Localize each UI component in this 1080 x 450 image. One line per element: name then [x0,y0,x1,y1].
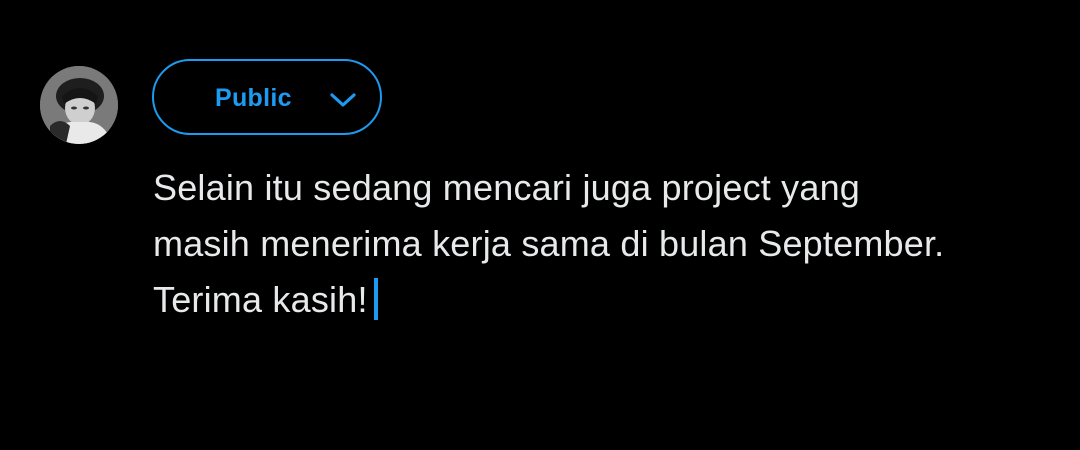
audience-selector-button[interactable]: Public [152,59,382,135]
audience-label: Public [215,84,292,112]
text-caret [373,278,378,320]
text-line: Selain itu sedang mencari juga project y… [153,167,861,208]
tweet-composer: Public Selain itu sedang mencari juga pr… [0,0,1080,450]
avatar[interactable] [40,66,118,144]
text-line: masih menerima kerja sama di bulan Septe… [153,223,945,264]
text-line-content: Terima kasih! [153,279,368,320]
text-line-last: Terima kasih! [153,272,1053,328]
chevron-down-icon [330,93,356,107]
tweet-text-input[interactable]: Selain itu sedang mencari juga project y… [153,160,1053,328]
user-avatar-icon [40,66,118,144]
